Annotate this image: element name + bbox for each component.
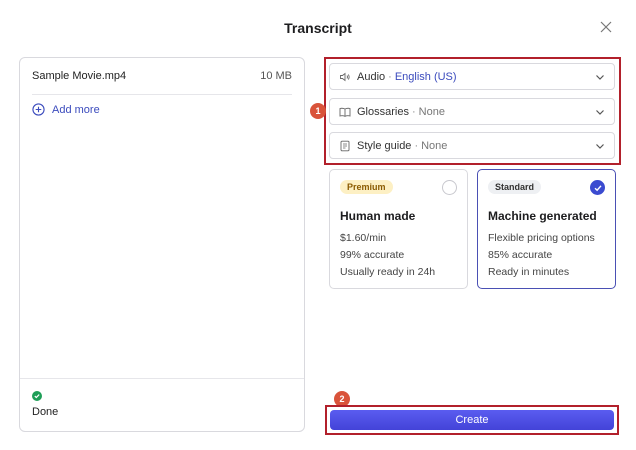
option-title: Human made bbox=[340, 209, 416, 223]
upload-status: Done bbox=[20, 378, 304, 431]
audio-value: English (US) bbox=[394, 70, 457, 83]
option-price: $1.60/min bbox=[340, 232, 387, 244]
audio-select[interactable]: Audio · English (US) bbox=[329, 63, 615, 90]
document-icon bbox=[340, 140, 350, 151]
check-icon bbox=[594, 185, 602, 192]
option-title: Machine generated bbox=[488, 209, 597, 223]
glossaries-select[interactable]: Glossaries · None bbox=[329, 98, 615, 125]
machine-generated-option[interactable]: Standard Machine generated Flexible pric… bbox=[477, 169, 616, 289]
file-name: Sample Movie.mp4 bbox=[32, 70, 127, 82]
chevron-down-icon bbox=[596, 144, 604, 149]
file-row: Sample Movie.mp4 10 MB bbox=[32, 58, 292, 95]
add-more-label: Add more bbox=[52, 103, 100, 116]
create-highlight: Create bbox=[325, 405, 619, 435]
close-icon[interactable] bbox=[600, 20, 616, 36]
create-button[interactable]: Create bbox=[330, 410, 614, 430]
premium-badge: Premium bbox=[340, 180, 393, 194]
standard-badge: Standard bbox=[488, 180, 542, 194]
add-more-button[interactable]: Add more bbox=[32, 103, 100, 116]
glossaries-separator: · bbox=[411, 105, 416, 118]
audio-separator: · bbox=[388, 70, 392, 83]
check-circle-icon bbox=[32, 391, 42, 401]
option-turnaround: Usually ready in 24h bbox=[340, 266, 436, 278]
radio-unchecked[interactable] bbox=[442, 180, 457, 195]
annotation-marker-1: 1 bbox=[310, 103, 326, 119]
style-guide-select[interactable]: Style guide · None bbox=[329, 132, 615, 159]
option-accuracy: 99% accurate bbox=[340, 249, 405, 261]
plus-circle-icon bbox=[32, 103, 45, 116]
audio-label: Audio bbox=[357, 70, 386, 83]
chevron-down-icon bbox=[596, 75, 604, 80]
speaker-icon bbox=[340, 72, 350, 81]
style-guide-value: None bbox=[421, 139, 448, 152]
style-guide-label: Style guide bbox=[357, 139, 412, 152]
file-size: 10 MB bbox=[260, 70, 292, 82]
option-price: Flexible pricing options bbox=[488, 232, 595, 244]
status-label: Done bbox=[32, 406, 59, 418]
human-made-option[interactable]: Premium Human made $1.60/min 99% accurat… bbox=[329, 169, 468, 289]
file-panel: Sample Movie.mp4 10 MB Add more Done bbox=[19, 57, 305, 432]
glossaries-value: None bbox=[418, 105, 445, 118]
option-accuracy: 85% accurate bbox=[488, 249, 553, 261]
radio-checked[interactable] bbox=[590, 180, 605, 195]
style-guide-separator: · bbox=[414, 139, 419, 152]
chevron-down-icon bbox=[596, 110, 604, 115]
option-turnaround: Ready in minutes bbox=[488, 266, 570, 278]
dialog-title: Transcript bbox=[284, 20, 352, 36]
glossaries-label: Glossaries bbox=[357, 105, 409, 118]
book-icon bbox=[339, 107, 351, 117]
